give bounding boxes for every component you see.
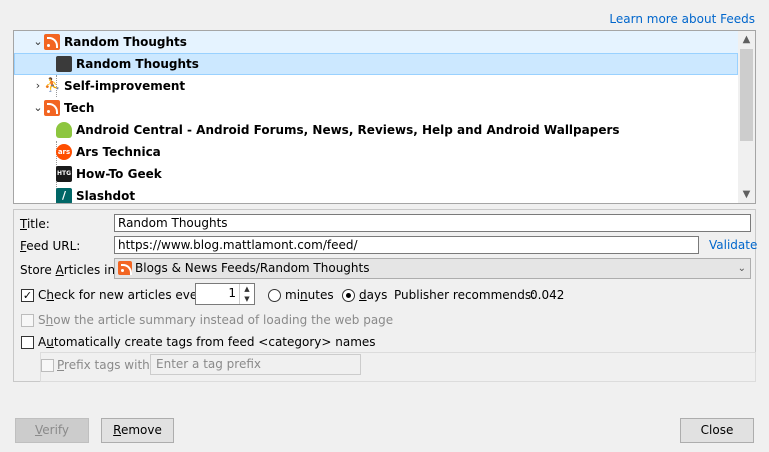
tree-item-random-thoughts-feed[interactable]: Random Thoughts bbox=[14, 53, 738, 75]
tree-item-label: Self-improvement bbox=[64, 79, 186, 93]
tree-item-slashdot[interactable]: / Slashdot bbox=[14, 185, 738, 203]
publisher-recommends-label: Publisher recommends: bbox=[394, 288, 536, 302]
auto-tags-label[interactable]: Automatically create tags from feed <cat… bbox=[38, 335, 376, 349]
tree-item-how-to-geek[interactable]: HTG How-To Geek bbox=[14, 163, 738, 185]
validate-link[interactable]: Validate bbox=[709, 238, 757, 252]
feed-tree[interactable]: ⌄ Random Thoughts Random Thoughts › ⛹ Se… bbox=[13, 30, 756, 204]
stepper-down-icon[interactable]: ▼ bbox=[240, 294, 254, 304]
publisher-recommends-value: 0.042 bbox=[530, 288, 565, 302]
prefix-tags-checkbox[interactable] bbox=[41, 359, 54, 372]
chevron-down-icon: ⌄ bbox=[737, 263, 746, 274]
ars-technica-icon: ars bbox=[56, 144, 72, 160]
store-articles-label: Store Articles in: bbox=[20, 263, 120, 277]
scrollbar-thumb[interactable] bbox=[740, 49, 753, 141]
expand-icon[interactable]: › bbox=[32, 75, 44, 97]
remove-button[interactable]: Remove bbox=[101, 418, 174, 443]
scroll-up-icon[interactable]: ▲ bbox=[738, 31, 755, 48]
learn-more-link[interactable]: Learn more about Feeds bbox=[609, 12, 755, 26]
check-new-articles-checkbox[interactable]: ✓ bbox=[21, 289, 34, 302]
prefix-tags-label[interactable]: Prefix tags with: bbox=[57, 358, 154, 372]
check-new-articles-label[interactable]: Check for new articles every bbox=[38, 288, 209, 302]
tree-item-self-improvement[interactable]: › ⛹ Self-improvement bbox=[14, 75, 738, 97]
rss-icon bbox=[118, 261, 132, 275]
minutes-label[interactable]: minutes bbox=[285, 288, 334, 302]
tree-item-label: Slashdot bbox=[76, 189, 136, 203]
days-radio[interactable] bbox=[342, 289, 355, 302]
show-summary-checkbox[interactable] bbox=[21, 314, 34, 327]
feed-url-label: Feed URL: bbox=[20, 239, 81, 253]
show-summary-label[interactable]: Show the article summary instead of load… bbox=[38, 313, 393, 327]
tree-item-label: Tech bbox=[64, 101, 95, 115]
collapse-icon[interactable]: ⌄ bbox=[32, 31, 44, 53]
close-button[interactable]: Close bbox=[680, 418, 754, 443]
tree-item-ars-technica[interactable]: ars Ars Technica bbox=[14, 141, 738, 163]
android-icon bbox=[56, 122, 72, 138]
title-label: Title: bbox=[20, 217, 50, 231]
scroll-down-icon[interactable]: ▼ bbox=[738, 186, 755, 203]
feed-url-input[interactable]: https://www.blog.mattlamont.com/feed/ bbox=[114, 236, 699, 254]
auto-tags-checkbox[interactable] bbox=[21, 336, 34, 349]
feed-favicon-icon bbox=[56, 56, 72, 72]
stepper-up-icon[interactable]: ▲ bbox=[240, 284, 254, 294]
rss-icon bbox=[44, 34, 60, 50]
interval-stepper[interactable]: 1 ▲ ▼ bbox=[195, 283, 255, 305]
store-articles-value: Blogs & News Feeds/Random Thoughts bbox=[135, 261, 370, 275]
how-to-geek-icon: HTG bbox=[56, 166, 72, 182]
tree-item-random-thoughts-folder[interactable]: ⌄ Random Thoughts bbox=[14, 31, 738, 53]
tree-item-android-central[interactable]: Android Central - Android Forums, News, … bbox=[14, 119, 738, 141]
prefix-tags-input[interactable]: Enter a tag prefix bbox=[150, 354, 361, 375]
store-articles-select[interactable]: Blogs & News Feeds/Random Thoughts ⌄ bbox=[114, 258, 751, 279]
tree-item-label: Android Central - Android Forums, News, … bbox=[76, 123, 620, 137]
rss-icon bbox=[44, 100, 60, 116]
tree-item-label: Random Thoughts bbox=[76, 57, 199, 71]
days-label[interactable]: days bbox=[359, 288, 387, 302]
tree-item-label: How-To Geek bbox=[76, 167, 162, 181]
stepper-arrows[interactable]: ▲ ▼ bbox=[239, 284, 254, 304]
tree-item-label: Random Thoughts bbox=[64, 35, 187, 49]
verify-button[interactable]: Verify bbox=[15, 418, 89, 443]
slashdot-icon: / bbox=[56, 188, 72, 203]
tree-item-tech[interactable]: ⌄ Tech bbox=[14, 97, 738, 119]
minutes-radio[interactable] bbox=[268, 289, 281, 302]
title-input[interactable]: Random Thoughts bbox=[114, 214, 751, 232]
collapse-icon[interactable]: ⌄ bbox=[32, 97, 44, 119]
interval-value: 1 bbox=[228, 286, 236, 300]
tree-item-label: Ars Technica bbox=[76, 145, 161, 159]
runner-icon: ⛹ bbox=[44, 78, 61, 93]
tree-scrollbar[interactable]: ▲ ▼ bbox=[738, 31, 755, 203]
